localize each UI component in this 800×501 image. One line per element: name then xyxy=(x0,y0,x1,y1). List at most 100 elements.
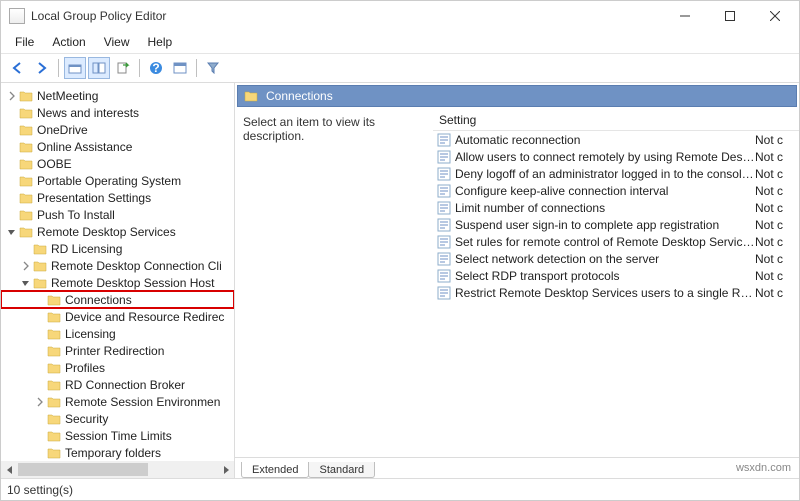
tab-extended[interactable]: Extended xyxy=(241,462,309,478)
tree-item[interactable]: Temporary folders xyxy=(1,444,234,461)
setting-row[interactable]: Suspend user sign-in to complete app reg… xyxy=(433,216,799,233)
tree-item-label: Security xyxy=(65,412,108,426)
scroll-track[interactable] xyxy=(18,461,217,478)
back-button[interactable] xyxy=(7,57,29,79)
window-title: Local Group Policy Editor xyxy=(31,9,662,23)
menu-file[interactable]: File xyxy=(7,33,42,51)
setting-name: Set rules for remote control of Remote D… xyxy=(455,235,755,249)
scroll-right-button[interactable] xyxy=(217,461,234,478)
setting-row[interactable]: Set rules for remote control of Remote D… xyxy=(433,233,799,250)
column-setting[interactable]: Setting xyxy=(439,113,753,127)
setting-row[interactable]: Limit number of connectionsNot c xyxy=(433,199,799,216)
tree-item-label: News and interests xyxy=(37,106,139,120)
show-tree-button[interactable] xyxy=(88,57,110,79)
chevron-down-icon[interactable] xyxy=(19,278,33,288)
forward-button[interactable] xyxy=(31,57,53,79)
setting-row[interactable]: Configure keep-alive connection interval… xyxy=(433,182,799,199)
main-split: NetMeeting News and interestsOneDrive Onli… xyxy=(1,83,799,478)
tree-view[interactable]: NetMeeting News and interestsOneDrive Onli… xyxy=(1,87,234,461)
tree-item-label: Session Time Limits xyxy=(65,429,172,443)
menu-action[interactable]: Action xyxy=(44,33,93,51)
tree-item[interactable]: Session Time Limits xyxy=(1,427,234,444)
chevron-right-icon[interactable] xyxy=(5,91,19,101)
settings-rows[interactable]: Automatic reconnectionNot cAllow users t… xyxy=(433,131,799,457)
chevron-down-icon[interactable] xyxy=(5,227,19,237)
close-button[interactable] xyxy=(752,2,797,30)
scroll-thumb[interactable] xyxy=(18,463,148,476)
tree-item[interactable]: Remote Desktop Services xyxy=(1,223,234,240)
column-headers[interactable]: Setting xyxy=(433,109,799,131)
setting-state: Not c xyxy=(755,235,795,249)
setting-state: Not c xyxy=(755,286,795,300)
menu-help[interactable]: Help xyxy=(140,33,181,51)
tree-item-label: Remote Desktop Connection Cli xyxy=(51,259,222,273)
tree-item[interactable]: Push To Install xyxy=(1,206,234,223)
tree-item[interactable]: Device and Resource Redirec xyxy=(1,308,234,325)
view-tabs: Extended Standard xyxy=(235,457,799,478)
setting-row[interactable]: Allow users to connect remotely by using… xyxy=(433,148,799,165)
tree-item-label: Remote Desktop Session Host xyxy=(51,276,214,290)
tree-item-label: OOBE xyxy=(37,157,72,171)
separator-icon xyxy=(196,59,197,77)
chevron-right-icon[interactable] xyxy=(19,261,33,271)
svg-text:?: ? xyxy=(152,61,159,75)
setting-state: Not c xyxy=(755,184,795,198)
setting-row[interactable]: Select network detection on the serverNo… xyxy=(433,250,799,267)
tree-item-label: Licensing xyxy=(65,327,116,341)
setting-name: Configure keep-alive connection interval xyxy=(455,184,755,198)
setting-name: Select network detection on the server xyxy=(455,252,755,266)
tree-item[interactable]: RD Licensing xyxy=(1,240,234,257)
setting-name: Automatic reconnection xyxy=(455,133,755,147)
folder-icon xyxy=(244,90,258,102)
setting-name: Restrict Remote Desktop Services users t… xyxy=(455,286,755,300)
setting-state: Not c xyxy=(755,150,795,164)
tree-item-label: NetMeeting xyxy=(37,89,98,103)
minimize-button[interactable] xyxy=(662,2,707,30)
tree-pane: NetMeeting News and interestsOneDrive Onli… xyxy=(1,83,235,478)
title-bar: Local Group Policy Editor xyxy=(1,1,799,31)
properties-button[interactable] xyxy=(169,57,191,79)
tree-item[interactable]: Remote Session Environmen xyxy=(1,393,234,410)
scroll-left-button[interactable] xyxy=(1,461,18,478)
up-level-button[interactable] xyxy=(64,57,86,79)
maximize-button[interactable] xyxy=(707,2,752,30)
separator-icon xyxy=(58,59,59,77)
tree-item-label: RD Connection Broker xyxy=(65,378,185,392)
tree-item[interactable]: Remote Desktop Connection Cli xyxy=(1,257,234,274)
tree-item[interactable]: Printer Redirection xyxy=(1,342,234,359)
menu-bar: File Action View Help xyxy=(1,31,799,54)
setting-row[interactable]: Select RDP transport protocolsNot c xyxy=(433,267,799,284)
settings-list: Setting Automatic reconnectionNot cAllow… xyxy=(433,109,799,457)
setting-state: Not c xyxy=(755,252,795,266)
tree-item[interactable]: News and interests xyxy=(1,104,234,121)
description-text: Select an item to view its description. xyxy=(235,109,433,457)
status-text: 10 setting(s) xyxy=(7,483,73,497)
tree-item[interactable]: RD Connection Broker xyxy=(1,376,234,393)
help-button[interactable]: ? xyxy=(145,57,167,79)
tree-item[interactable]: OOBE xyxy=(1,155,234,172)
tree-item[interactable]: NetMeeting xyxy=(1,87,234,104)
tree-item[interactable]: OneDrive xyxy=(1,121,234,138)
export-button[interactable] xyxy=(112,57,134,79)
tree-item[interactable]: Portable Operating System xyxy=(1,172,234,189)
tree-item-label: Online Assistance xyxy=(37,140,132,154)
setting-row[interactable]: Deny logoff of an administrator logged i… xyxy=(433,165,799,182)
tree-item[interactable]: Remote Desktop Session Host xyxy=(1,274,234,291)
chevron-right-icon[interactable] xyxy=(33,397,47,407)
tree-item[interactable]: Connections xyxy=(1,291,234,308)
separator-icon xyxy=(139,59,140,77)
horizontal-scrollbar[interactable] xyxy=(1,461,234,478)
tab-standard[interactable]: Standard xyxy=(308,462,375,478)
setting-row[interactable]: Restrict Remote Desktop Services users t… xyxy=(433,284,799,301)
filter-button[interactable] xyxy=(202,57,224,79)
tree-item[interactable]: Licensing xyxy=(1,325,234,342)
tree-item[interactable]: Security xyxy=(1,410,234,427)
menu-view[interactable]: View xyxy=(96,33,138,51)
setting-name: Suspend user sign-in to complete app reg… xyxy=(455,218,755,232)
tree-item[interactable]: Online Assistance xyxy=(1,138,234,155)
tree-item[interactable]: Profiles xyxy=(1,359,234,376)
setting-state: Not c xyxy=(755,133,795,147)
tree-item[interactable]: Presentation Settings xyxy=(1,189,234,206)
toolbar: ? xyxy=(1,54,799,83)
setting-row[interactable]: Automatic reconnectionNot c xyxy=(433,131,799,148)
